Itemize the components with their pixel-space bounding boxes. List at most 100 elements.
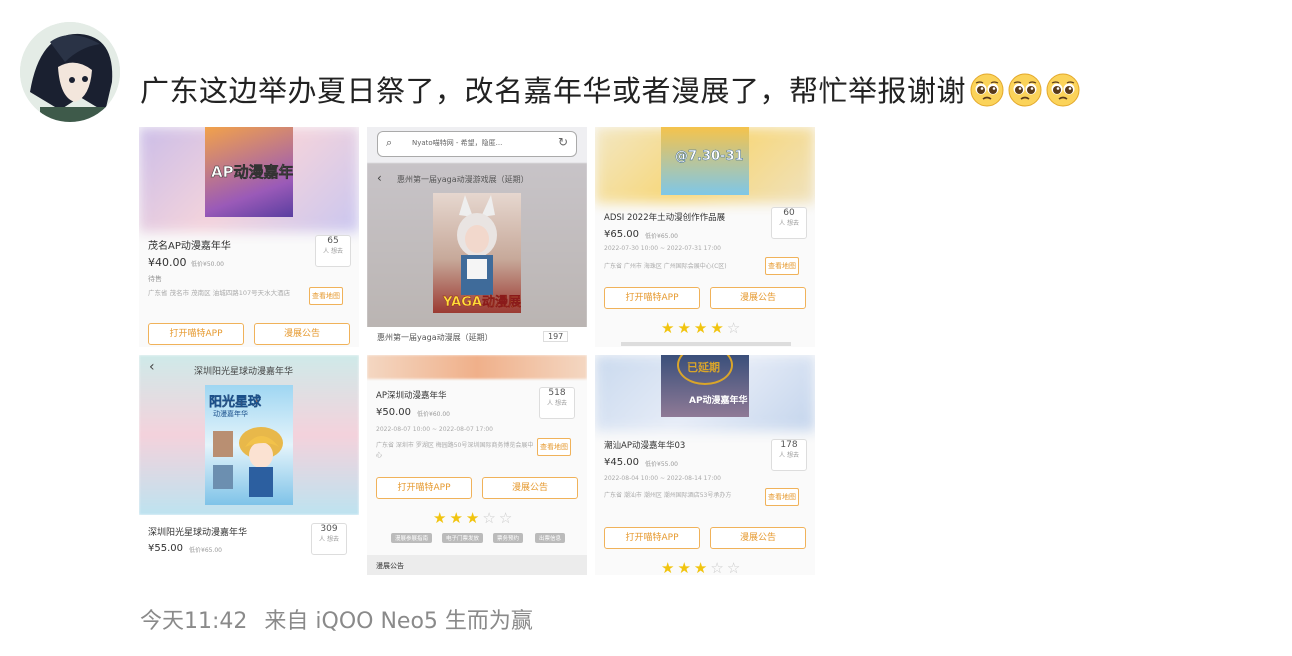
page-title: 深圳阳光星球动漫嘉年华 bbox=[194, 367, 294, 377]
open-app-button[interactable]: 打开喵特APP bbox=[148, 323, 244, 345]
event-price: ¥40.00 bbox=[148, 256, 187, 269]
post-source[interactable]: 来自 iQOO Neo5 生而为赢 bbox=[264, 609, 533, 634]
event-price: ¥55.00 bbox=[148, 543, 183, 554]
open-app-button[interactable]: 打开喵特APP bbox=[604, 527, 700, 549]
map-button[interactable]: 查看地图 bbox=[765, 257, 799, 275]
image-thumbnail[interactable]: AP动漫嘉年华 已延期 潮汕AP动漫嘉年华03 ¥45.00 低价¥55.00 … bbox=[595, 355, 815, 575]
info-tag[interactable]: 出票信息 bbox=[535, 533, 566, 543]
star-icon: ★ bbox=[433, 509, 450, 527]
info-tag[interactable]: 票务预约 bbox=[493, 533, 524, 543]
info-tag[interactable]: 电子门票发放 bbox=[442, 533, 484, 543]
event-time: 2022-07-30 10:00 ~ 2022-07-31 17:00 bbox=[604, 245, 721, 252]
want-count-badge: 518 人 想去 bbox=[539, 387, 575, 419]
open-app-button[interactable]: 打开喵特APP bbox=[604, 287, 700, 309]
poster-title: YAGA动漫展 bbox=[443, 295, 521, 310]
original-price: 低价¥65.00 bbox=[189, 547, 222, 554]
announcement-button[interactable]: 漫展公告 bbox=[254, 323, 350, 345]
star-icon: ★ bbox=[465, 509, 483, 527]
star-empty-icon: ☆ bbox=[726, 319, 744, 337]
search-icon: ⌕ bbox=[386, 136, 393, 149]
want-count: 178 bbox=[780, 440, 798, 450]
image-grid: AP动漫嘉年华 茂名AP动漫嘉年华 ¥40.00 低价¥50.00 65 人 想去… bbox=[139, 127, 815, 575]
announcement-button[interactable]: 漫展公告 bbox=[710, 287, 806, 309]
image-thumbnail[interactable]: ⌕ Nyato喵特网 - 希望，隐匿... ↻ ‹ 惠州第一届yaga动漫游戏展… bbox=[367, 127, 587, 347]
want-count-unit: 人 想去 bbox=[323, 248, 343, 255]
image-thumbnail[interactable]: AP深圳动漫嘉年华 ¥50.00 低价¥60.00 518 人 想去 2022-0… bbox=[367, 355, 587, 575]
page-title: 惠州第一届yaga动漫游戏展（延期） bbox=[397, 175, 529, 184]
pleading-face-icon bbox=[1008, 73, 1042, 107]
original-price: 低价¥60.00 bbox=[417, 411, 450, 418]
announcement-button[interactable]: 漫展公告 bbox=[710, 527, 806, 549]
back-icon[interactable]: ‹ bbox=[149, 359, 155, 375]
want-count: 65 bbox=[327, 236, 339, 246]
back-icon[interactable]: ‹ bbox=[377, 171, 382, 185]
announcement-section: 漫展公告 bbox=[367, 555, 587, 575]
image-thumbnail[interactable]: @7.30-31 ADSI 2022年土动漫创作作品展 ¥65.00 低价¥65… bbox=[595, 127, 815, 347]
post-text: 广东这边举办夏日祭了，改名嘉年华或者漫展了，帮忙举报谢谢 bbox=[140, 68, 1080, 110]
poster-title: AP动漫嘉年华 bbox=[689, 396, 748, 406]
announcement-button[interactable]: 漫展公告 bbox=[482, 477, 578, 499]
star-icon: ★ bbox=[449, 509, 466, 527]
star-empty-icon: ☆ bbox=[726, 559, 744, 575]
info-tag[interactable]: 漫展参展指南 bbox=[391, 533, 433, 543]
event-poster: 阳光星球 动漫嘉年华 bbox=[205, 385, 293, 505]
event-time: 2022-08-04 10:00 ~ 2022-08-14 17:00 bbox=[604, 475, 721, 482]
event-address: 广东省 广州市 海珠区 广州国际会展中心(C区) bbox=[604, 263, 727, 270]
star-icon: ★ bbox=[710, 319, 727, 337]
browser-search-bar[interactable]: ⌕ Nyato喵特网 - 希望，隐匿... ↻ bbox=[377, 131, 577, 157]
star-empty-icon: ☆ bbox=[710, 559, 727, 575]
want-count: 518 bbox=[548, 388, 566, 398]
avatar-illustration bbox=[20, 22, 120, 122]
post-meta: 今天11:42 来自 iQOO Neo5 生而为赢 bbox=[140, 603, 543, 635]
star-icon: ★ bbox=[693, 559, 711, 575]
image-thumbnail[interactable]: ‹ 深圳阳光星球动漫嘉年华 阳光星球 动漫嘉年华 深圳阳光星球动漫嘉年华 ¥55… bbox=[139, 355, 359, 575]
map-button[interactable]: 查看地图 bbox=[765, 488, 799, 506]
original-price: 低价¥50.00 bbox=[191, 261, 224, 268]
pleading-face-icon bbox=[1046, 73, 1080, 107]
want-count-badge: 309 人 想去 bbox=[311, 523, 347, 555]
star-empty-icon: ☆ bbox=[482, 509, 499, 527]
event-address: 广东省 潮汕市 潮州区 潮州国际酒店53号承办方 bbox=[604, 492, 732, 499]
event-name: 潮汕AP动漫嘉年华03 bbox=[604, 441, 686, 451]
map-button[interactable]: 查看地图 bbox=[537, 438, 571, 456]
section-title: 漫展公告 bbox=[376, 562, 404, 570]
star-icon: ★ bbox=[661, 319, 678, 337]
post-time: 今天11:42 bbox=[140, 609, 248, 634]
event-poster: AP动漫嘉年华 bbox=[205, 127, 293, 217]
blurred-poster-edge bbox=[367, 355, 587, 379]
event-name: 惠州第一届yaga动漫展（延期） bbox=[377, 333, 493, 342]
event-name: 茂名AP动漫嘉年华 bbox=[148, 241, 231, 252]
event-address: 广东省 茂名市 茂南区 油城四路107号天水大酒店 bbox=[148, 289, 291, 297]
want-count: 197 bbox=[543, 331, 569, 342]
map-button[interactable]: 查看地图 bbox=[309, 287, 343, 305]
tag-row-edge bbox=[621, 342, 791, 346]
want-count-unit: 人 想去 bbox=[779, 220, 799, 227]
star-icon: ★ bbox=[661, 559, 678, 575]
event-name: AP深圳动漫嘉年华 bbox=[376, 391, 447, 401]
image-thumbnail[interactable]: AP动漫嘉年华 茂名AP动漫嘉年华 ¥40.00 低价¥50.00 65 人 想去… bbox=[139, 127, 359, 347]
avatar[interactable] bbox=[20, 22, 120, 122]
refresh-icon[interactable]: ↻ bbox=[558, 135, 568, 149]
event-price: ¥45.00 bbox=[604, 457, 639, 468]
original-price: 低价¥65.00 bbox=[645, 233, 678, 240]
event-name: 深圳阳光星球动漫嘉年华 bbox=[148, 528, 248, 538]
star-icon: ★ bbox=[677, 559, 694, 575]
want-count: 309 bbox=[320, 524, 338, 534]
poster-date: @7.30-31 bbox=[675, 149, 744, 164]
event-address: 广东省 深圳市 罗湖区 梅园路50号深圳国际商务博览会展中心 bbox=[376, 442, 534, 459]
info-strip: 惠州第一届yaga动漫展（延期） 197 bbox=[367, 327, 587, 347]
original-price: 低价¥55.00 bbox=[645, 461, 678, 468]
star-rating: ★★★☆☆ bbox=[661, 559, 743, 575]
star-icon: ★ bbox=[677, 319, 694, 337]
open-app-button[interactable]: 打开喵特APP bbox=[376, 477, 472, 499]
want-count-badge: 65 人 想去 bbox=[315, 235, 351, 267]
event-name: ADSI 2022年土动漫创作作品展 bbox=[604, 213, 726, 223]
want-count-unit: 人 想去 bbox=[779, 452, 799, 459]
star-rating: ★★★☆☆ bbox=[433, 509, 515, 527]
anime-girl-illustration bbox=[213, 427, 283, 497]
want-count-unit: 人 想去 bbox=[547, 400, 567, 407]
event-price: ¥65.00 bbox=[604, 229, 639, 240]
star-empty-icon: ☆ bbox=[498, 509, 516, 527]
event-poster: YAGA动漫展 bbox=[433, 193, 521, 313]
star-icon: ★ bbox=[693, 319, 711, 337]
